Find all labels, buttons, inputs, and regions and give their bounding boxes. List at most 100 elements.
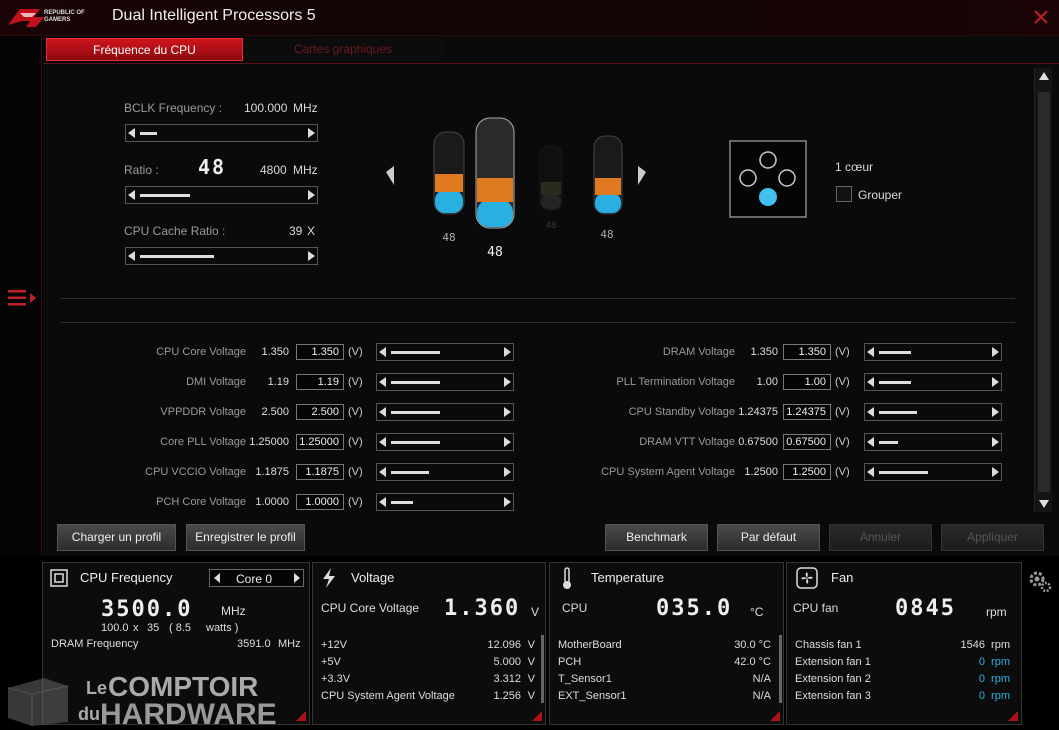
voltage-input[interactable]: 1.350 xyxy=(296,344,344,360)
load-profile-button[interactable]: Charger un profil xyxy=(57,524,176,551)
slider-left-arrow-icon[interactable] xyxy=(867,437,874,447)
scroll-down-icon[interactable] xyxy=(1038,499,1050,509)
voltage-label: Core PLL Voltage xyxy=(160,436,246,448)
slider-left-arrow-icon[interactable] xyxy=(379,467,386,477)
cancel-button[interactable]: Annuler xyxy=(829,524,932,551)
ratio-slider[interactable] xyxy=(125,186,318,204)
slider-right-arrow-icon[interactable] xyxy=(504,377,511,387)
slider-right-arrow-icon[interactable] xyxy=(992,347,999,357)
slider-left-arrow-icon[interactable] xyxy=(379,407,386,417)
slider-left-arrow-icon[interactable] xyxy=(128,190,135,200)
slider-right-arrow-icon[interactable] xyxy=(308,190,315,200)
core-ratio-label: 48 xyxy=(487,245,503,260)
close-icon[interactable] xyxy=(1030,6,1052,28)
voltage-slider[interactable] xyxy=(864,343,1002,361)
slider-right-arrow-icon[interactable] xyxy=(504,497,511,507)
voltage-slider[interactable] xyxy=(376,463,514,481)
voltage-input[interactable]: 2.500 xyxy=(296,404,344,420)
voltage-input[interactable]: 1.1875 xyxy=(296,464,344,480)
settings-gear-icon[interactable] xyxy=(1027,568,1053,594)
multiplier-x: x xyxy=(133,622,139,634)
slider-left-arrow-icon[interactable] xyxy=(867,407,874,417)
core-cylinder[interactable]: 48 xyxy=(539,145,563,231)
default-button[interactable]: Par défaut xyxy=(717,524,820,551)
bclk-unit: MHz xyxy=(293,101,318,115)
tab-cpu-frequency[interactable]: Fréquence du CPU xyxy=(46,38,243,61)
sensor-value: 0 xyxy=(978,656,985,668)
core-prev-arrow-icon[interactable] xyxy=(213,573,221,583)
menu-expand-icon[interactable] xyxy=(6,287,38,309)
slider-right-arrow-icon[interactable] xyxy=(992,437,999,447)
voltage-slider[interactable] xyxy=(376,373,514,391)
slider-right-arrow-icon[interactable] xyxy=(992,377,999,387)
save-profile-button[interactable]: Enregistrer le profil xyxy=(186,524,305,551)
voltage-input[interactable]: 1.19 xyxy=(296,374,344,390)
core-cylinder[interactable]: 48 xyxy=(433,131,465,244)
slider-left-arrow-icon[interactable] xyxy=(867,347,874,357)
voltage-slider[interactable] xyxy=(376,403,514,421)
voltage-slider[interactable] xyxy=(376,343,514,361)
slider-left-arrow-icon[interactable] xyxy=(867,377,874,387)
rog-logo-text: REPUBLIC OF GAMERS xyxy=(44,10,85,23)
slider-right-arrow-icon[interactable] xyxy=(992,467,999,477)
core-next-arrow-icon[interactable] xyxy=(293,573,301,583)
voltage-input[interactable]: 1.25000 xyxy=(296,434,344,450)
watermark-hardware: HARDWARE xyxy=(100,698,277,726)
voltage-slider[interactable] xyxy=(864,433,1002,451)
apply-button[interactable]: Appliquer xyxy=(941,524,1044,551)
scroll-up-icon[interactable] xyxy=(1038,71,1050,81)
core-select-dropdown[interactable]: Core 0 xyxy=(209,569,304,587)
voltage-slider[interactable] xyxy=(376,433,514,451)
voltage-label: PLL Termination Voltage xyxy=(616,376,735,388)
benchmark-button[interactable]: Benchmark xyxy=(605,524,708,551)
slider-left-arrow-icon[interactable] xyxy=(379,377,386,387)
slider-left-arrow-icon[interactable] xyxy=(128,251,135,261)
slider-right-arrow-icon[interactable] xyxy=(504,467,511,477)
voltage-input[interactable]: 1.2500 xyxy=(783,464,831,480)
voltage-slider[interactable] xyxy=(376,493,514,511)
previous-cores-arrow-icon[interactable] xyxy=(386,166,394,185)
voltage-input[interactable]: 1.350 xyxy=(783,344,831,360)
slider-right-arrow-icon[interactable] xyxy=(504,437,511,447)
slider-right-arrow-icon[interactable] xyxy=(308,251,315,261)
slider-left-arrow-icon[interactable] xyxy=(379,437,386,447)
voltage-current-value: 1.19 xyxy=(267,376,289,388)
voltage-input[interactable]: 1.00 xyxy=(783,374,831,390)
slider-right-arrow-icon[interactable] xyxy=(992,407,999,417)
tab-graphics-cards[interactable]: Cartes graphiques xyxy=(243,38,443,61)
cache-ratio-label: CPU Cache Ratio : xyxy=(124,224,226,238)
slider-left-arrow-icon[interactable] xyxy=(379,347,386,357)
voltage-input[interactable]: 1.24375 xyxy=(783,404,831,420)
core-group-selector[interactable] xyxy=(729,140,807,218)
core-cylinder[interactable]: 48 xyxy=(593,135,623,241)
group-checkbox[interactable] xyxy=(836,186,852,202)
voltage-input[interactable]: 1.0000 xyxy=(296,494,344,510)
panel-scrollbar[interactable] xyxy=(541,635,544,703)
voltage-slider[interactable] xyxy=(864,403,1002,421)
bclk-slider[interactable] xyxy=(125,124,318,142)
slider-right-arrow-icon[interactable] xyxy=(504,347,511,357)
panel-expand-corner[interactable] xyxy=(532,711,542,721)
voltage-current-value: 1.350 xyxy=(261,346,289,358)
cache-ratio-slider[interactable] xyxy=(125,247,318,265)
panel-scrollbar[interactable] xyxy=(779,635,782,703)
scrollbar[interactable] xyxy=(1034,68,1052,512)
panel-expand-corner[interactable] xyxy=(1008,711,1018,721)
slider-left-arrow-icon[interactable] xyxy=(379,497,386,507)
slider-fill xyxy=(879,411,917,414)
panel-expand-corner[interactable] xyxy=(770,711,780,721)
voltage-unit: (V) xyxy=(835,466,850,478)
next-cores-arrow-icon[interactable] xyxy=(638,166,646,185)
voltage-slider[interactable] xyxy=(864,463,1002,481)
scroll-thumb[interactable] xyxy=(1038,92,1050,492)
slider-left-arrow-icon[interactable] xyxy=(128,128,135,138)
main-voltage-value: 1.360 xyxy=(444,596,521,621)
voltage-slider[interactable] xyxy=(864,373,1002,391)
slider-right-arrow-icon[interactable] xyxy=(308,128,315,138)
ratio-value: 48 xyxy=(198,155,227,179)
slider-right-arrow-icon[interactable] xyxy=(504,407,511,417)
slider-fill xyxy=(879,351,911,354)
voltage-input[interactable]: 0.67500 xyxy=(783,434,831,450)
core-cylinder-selected[interactable]: 48 xyxy=(475,117,515,260)
slider-left-arrow-icon[interactable] xyxy=(867,467,874,477)
